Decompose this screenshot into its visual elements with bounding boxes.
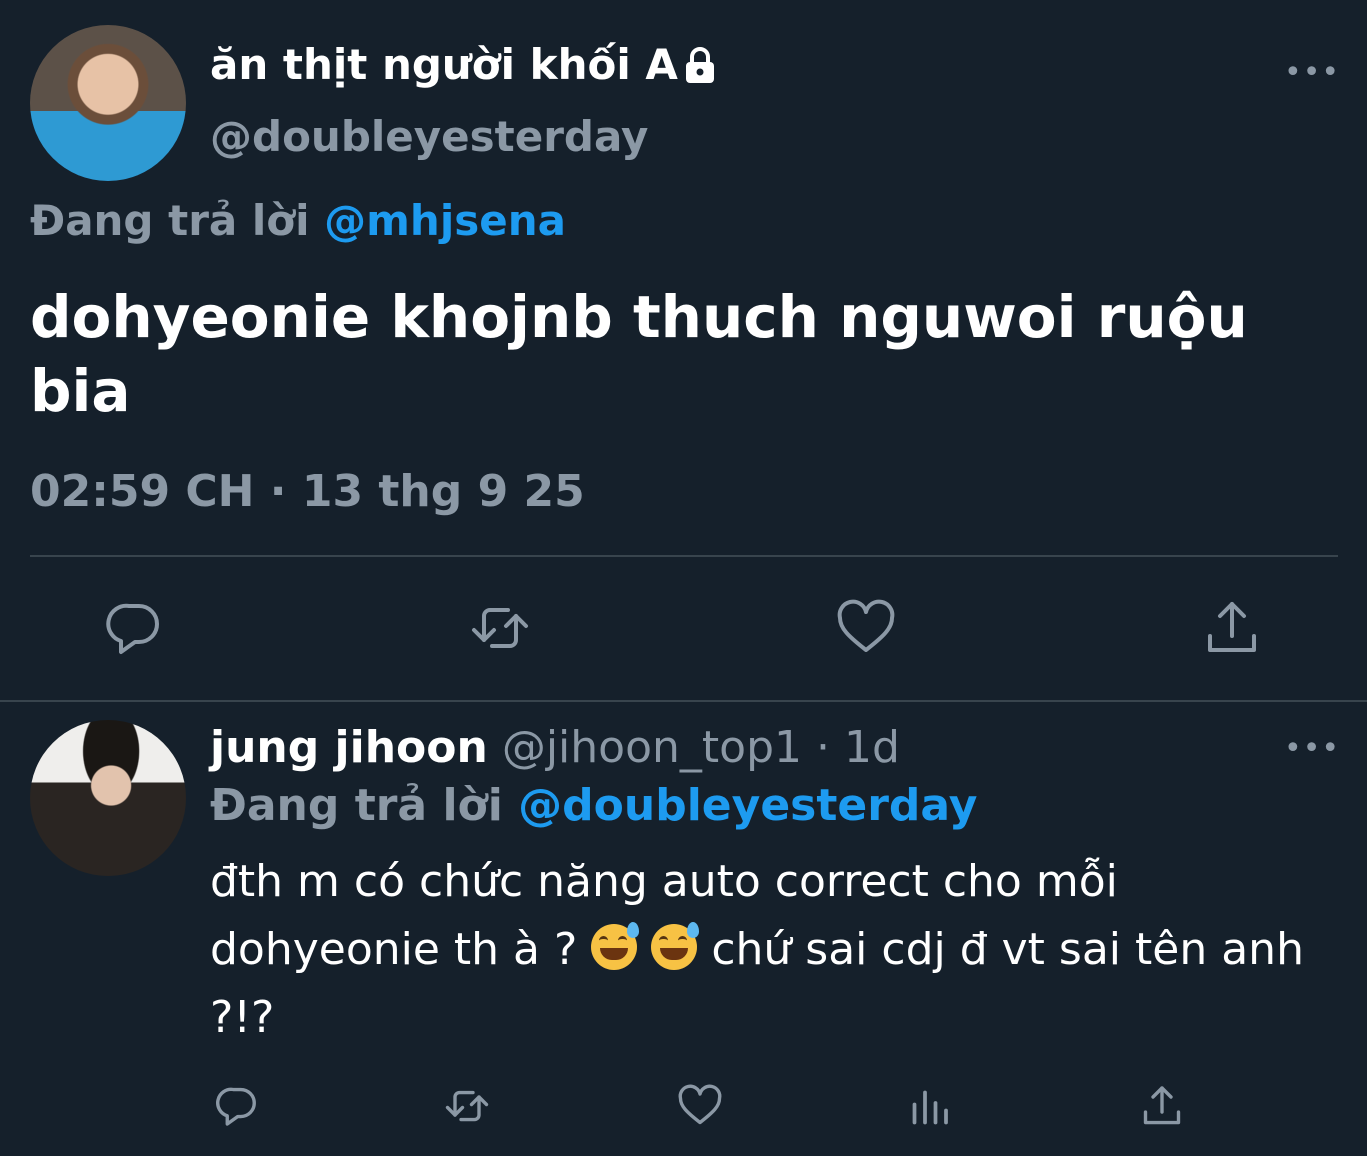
replying-prefix: Đang trả lời xyxy=(210,780,503,831)
share-icon xyxy=(1143,1086,1181,1125)
reply-icon xyxy=(216,1087,256,1126)
divider xyxy=(30,555,1338,557)
replying-prefix: Đang trả lời xyxy=(30,196,310,245)
replying-to-line: Đang trả lời @doubleyesterday xyxy=(210,780,977,831)
reply-icon xyxy=(106,603,159,654)
reply-button[interactable] xyxy=(213,1082,261,1130)
display-name-text: ăn thịt người khối A xyxy=(210,40,678,89)
stats-icon xyxy=(912,1090,948,1125)
author-handle[interactable]: @doubleyesterday xyxy=(210,112,648,161)
retweet-button[interactable] xyxy=(468,596,532,660)
lock-icon xyxy=(684,44,716,93)
reply-header: jung jihoon @jihoon_top1 · 1d xyxy=(210,722,900,773)
share-icon xyxy=(1208,602,1256,652)
replying-to-mention[interactable]: @mhjsena xyxy=(324,196,566,245)
grinning-face-with-sweat-icon xyxy=(591,922,640,970)
like-icon xyxy=(678,1084,722,1125)
reply-age[interactable]: 1d xyxy=(844,722,900,773)
retweet-icon xyxy=(445,1090,489,1122)
tweet-text: dohyeonie khojnb thuch nguwoi ruộu bia xyxy=(30,283,1248,425)
analytics-button[interactable] xyxy=(907,1082,955,1130)
like-button[interactable] xyxy=(676,1082,724,1130)
like-icon xyxy=(837,599,895,652)
share-button[interactable] xyxy=(1200,596,1264,660)
more-options-icon[interactable]: ••• xyxy=(1284,58,1340,88)
like-button[interactable] xyxy=(834,596,898,660)
retweet-button[interactable] xyxy=(443,1082,491,1130)
tweet-timestamp[interactable]: 02:59 CH · 13 thg 9 25 xyxy=(30,466,585,517)
reply-text: đth m có chức năng auto correct cho mỗi … xyxy=(210,848,1310,1052)
author-avatar[interactable] xyxy=(30,25,186,181)
reply-author-handle[interactable]: @jihoon_top1 xyxy=(502,722,802,773)
replying-to-line: Đang trả lời @mhjsena xyxy=(30,196,566,245)
separator-dot: · xyxy=(802,722,844,773)
reply-button[interactable] xyxy=(102,596,166,660)
retweet-icon xyxy=(472,608,528,648)
author-display-name[interactable]: ăn thịt người khối A xyxy=(210,40,716,93)
replying-to-mention[interactable]: @doubleyesterday xyxy=(518,780,977,831)
divider xyxy=(0,700,1367,702)
share-button[interactable] xyxy=(1138,1082,1186,1130)
reply-author-name[interactable]: jung jihoon xyxy=(210,722,488,773)
reply-author-avatar[interactable] xyxy=(30,720,186,876)
more-options-icon[interactable]: ••• xyxy=(1284,734,1340,764)
grinning-face-with-sweat-icon xyxy=(651,922,700,970)
